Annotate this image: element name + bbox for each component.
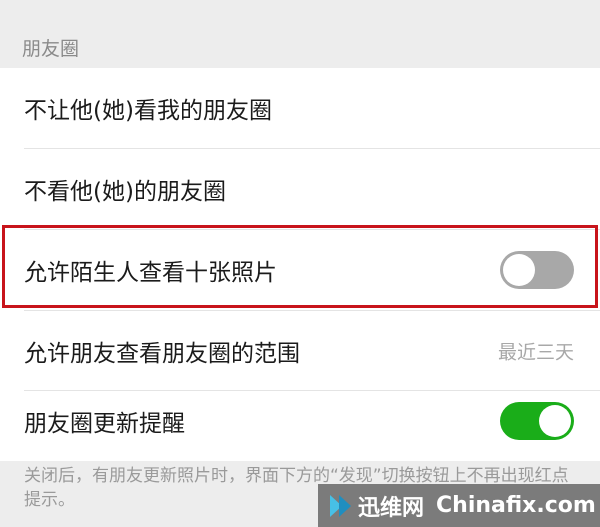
row-hide-their-moments[interactable]: 不看他(她)的朋友圈 bbox=[0, 149, 600, 229]
highlight-annotation bbox=[2, 225, 598, 308]
watermark-brand: 迅维网 bbox=[358, 495, 425, 521]
view-range-value: 最近三天 bbox=[497, 341, 574, 364]
row-label: 不看他(她)的朋友圈 bbox=[24, 179, 226, 205]
row-label: 朋友圈更新提醒 bbox=[24, 411, 185, 437]
row-hide-my-moments[interactable]: 不让他(她)看我的朋友圈 bbox=[0, 68, 600, 148]
watermark-logo-icon bbox=[330, 494, 352, 517]
row-friends-view-range[interactable]: 允许朋友查看朋友圈的范围 最近三天 bbox=[0, 311, 600, 391]
section-title: 朋友圈 bbox=[22, 38, 80, 60]
row-label: 允许朋友查看朋友圈的范围 bbox=[24, 341, 300, 367]
section-header: 朋友圈 bbox=[0, 0, 600, 68]
update-reminder-toggle[interactable] bbox=[500, 402, 574, 440]
watermark: 迅维网 Chinafix.com bbox=[318, 484, 600, 527]
toggle-knob bbox=[539, 405, 571, 437]
row-label: 不让他(她)看我的朋友圈 bbox=[24, 98, 272, 124]
watermark-site: Chinafix.com bbox=[436, 493, 596, 518]
row-moments-update-reminder: 朋友圈更新提醒 bbox=[0, 381, 600, 461]
